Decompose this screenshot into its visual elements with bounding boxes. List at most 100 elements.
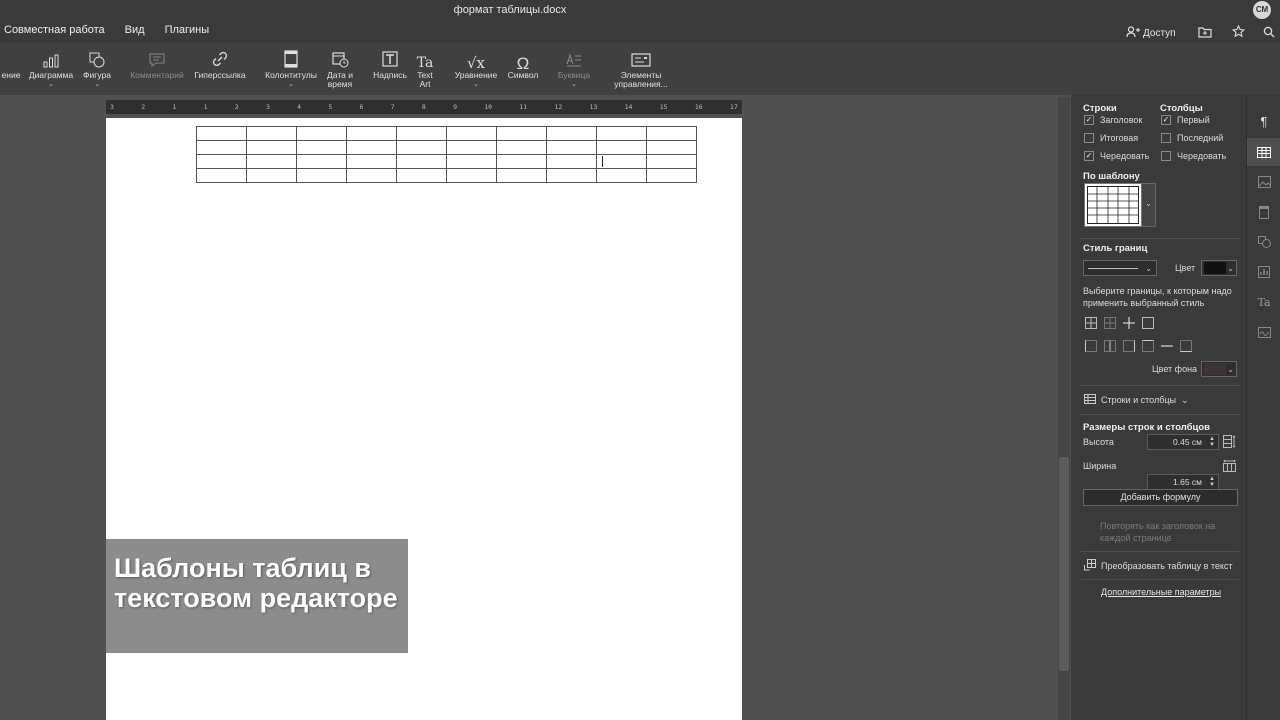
search-button[interactable] [1263, 26, 1275, 41]
table-cell[interactable] [646, 140, 697, 155]
distribute-columns-icon[interactable] [1223, 459, 1236, 474]
date-time-button[interactable]: Дата и время [322, 50, 358, 89]
shape-button[interactable]: Фигура ⌄ [80, 50, 114, 89]
border-color-picker[interactable]: ⌄ [1201, 260, 1237, 276]
user-avatar[interactable]: СМ [1253, 1, 1271, 19]
table-cell[interactable] [496, 140, 547, 155]
menu-collaboration[interactable]: Совместная работа [4, 24, 105, 36]
open-location-button[interactable] [1197, 26, 1212, 41]
table-cell[interactable] [546, 126, 597, 141]
table-cell[interactable] [596, 140, 647, 155]
table-cell[interactable] [246, 168, 297, 183]
outer-border-icon[interactable] [1142, 317, 1154, 329]
advanced-settings-link[interactable]: Дополнительные параметры [1101, 587, 1221, 597]
access-button[interactable]: Доступ [1126, 25, 1176, 41]
text-art-settings-icon[interactable]: Ta [1247, 288, 1280, 316]
last-column-checkbox[interactable]: Последний [1161, 133, 1223, 143]
repeat-header-checkbox[interactable]: Повторять как заголовок на каждой страни… [1084, 520, 1230, 544]
table-cell[interactable] [396, 126, 447, 141]
stepper-arrows-icon[interactable]: ▲ ▼ [1209, 476, 1215, 488]
vertical-scrollbar[interactable] [1058, 97, 1070, 720]
table-cell[interactable] [496, 154, 547, 169]
rows-columns-menu[interactable]: Строки и столбцы ⌄ [1084, 394, 1189, 406]
first-column-checkbox[interactable]: ✓ Первый [1161, 115, 1210, 125]
table-cell[interactable] [596, 168, 647, 183]
table-cell[interactable] [446, 140, 497, 155]
table-cell[interactable] [496, 168, 547, 183]
header-footer-button[interactable]: Колонтитулы ⌄ [262, 50, 320, 89]
table-cell[interactable] [246, 140, 297, 155]
border-style-select[interactable]: ⌄ [1083, 260, 1157, 276]
table-cell[interactable] [296, 126, 347, 141]
table-cell[interactable] [246, 126, 297, 141]
document-table[interactable] [196, 126, 697, 183]
table-cell[interactable] [346, 126, 397, 141]
comment-button[interactable]: Комментарий [128, 50, 186, 80]
template-picker[interactable]: ⌄ [1084, 183, 1156, 227]
table-cell[interactable] [346, 168, 397, 183]
table-cell[interactable] [546, 140, 597, 155]
table-cell[interactable] [296, 140, 347, 155]
table-cell[interactable] [596, 126, 647, 141]
left-border-icon[interactable] [1085, 340, 1097, 352]
add-formula-button[interactable]: Добавить формулу [1083, 489, 1238, 506]
total-row-checkbox[interactable]: Итоговая [1084, 133, 1138, 143]
table-cell[interactable] [646, 168, 697, 183]
table-cell[interactable] [246, 154, 297, 169]
table-cell[interactable] [646, 126, 697, 141]
text-art-button[interactable]: Ta Text Art [412, 50, 438, 89]
image-button[interactable]: ение [0, 50, 22, 80]
width-stepper[interactable]: 1.65 см ▲ ▼ [1147, 474, 1219, 490]
top-border-icon[interactable] [1142, 340, 1154, 352]
controls-button[interactable]: Элементы управления... [606, 50, 676, 89]
table-cell[interactable] [546, 154, 597, 169]
background-color-picker[interactable]: ⌄ [1201, 361, 1237, 377]
header-footer-settings-icon[interactable] [1247, 198, 1280, 226]
paragraph-settings-icon[interactable]: ¶ [1247, 107, 1280, 135]
table-cell[interactable] [296, 154, 347, 169]
table-cell[interactable] [196, 140, 247, 155]
banded-columns-checkbox[interactable]: Чередовать [1161, 151, 1226, 161]
table-cell[interactable] [296, 168, 347, 183]
inner-borders-icon[interactable] [1104, 317, 1116, 329]
table-cell[interactable] [396, 140, 447, 155]
menu-view[interactable]: Вид [125, 24, 145, 36]
right-border-icon[interactable] [1123, 340, 1135, 352]
bottom-border-icon[interactable] [1180, 340, 1192, 352]
shape-settings-icon[interactable] [1247, 228, 1280, 256]
inside-borders-icon[interactable] [1123, 317, 1135, 329]
table-template-preview[interactable] [1084, 183, 1142, 227]
height-stepper[interactable]: 0.45 см ▲ ▼ [1147, 434, 1219, 450]
scrollbar-thumb[interactable] [1059, 457, 1069, 671]
all-borders-icon[interactable] [1085, 317, 1097, 329]
table-cell[interactable] [196, 168, 247, 183]
table-cell[interactable] [446, 168, 497, 183]
hyperlink-button[interactable]: Гиперссылка [192, 50, 248, 80]
table-cell[interactable] [646, 154, 697, 169]
center-vertical-border-icon[interactable] [1104, 340, 1116, 352]
table-cell[interactable] [546, 168, 597, 183]
center-horizontal-border-icon[interactable] [1161, 340, 1173, 352]
image-settings-icon[interactable] [1247, 168, 1280, 196]
table-cell[interactable] [446, 126, 497, 141]
text-box-button[interactable]: Надпись [370, 50, 410, 80]
header-row-checkbox[interactable]: ✓ Заголовок [1084, 115, 1142, 125]
table-cell[interactable] [596, 154, 647, 169]
symbol-button[interactable]: Ω Символ [504, 50, 542, 80]
chart-settings-icon[interactable] [1247, 258, 1280, 286]
table-settings-icon[interactable] [1247, 138, 1280, 166]
table-cell[interactable] [446, 154, 497, 169]
table-cell[interactable] [346, 154, 397, 169]
signature-settings-icon[interactable] [1247, 318, 1280, 346]
table-cell[interactable] [496, 126, 547, 141]
table-cell[interactable] [396, 154, 447, 169]
chevron-down-icon[interactable]: ⌄ [1142, 183, 1156, 227]
menu-plugins[interactable]: Плагины [165, 24, 210, 36]
drop-cap-button[interactable]: Буквица ⌄ [554, 50, 594, 89]
chart-button[interactable]: Диаграмма ⌄ [26, 50, 76, 89]
stepper-arrows-icon[interactable]: ▲ ▼ [1209, 436, 1215, 448]
distribute-rows-icon[interactable] [1223, 435, 1236, 450]
table-cell[interactable] [196, 126, 247, 141]
equation-button[interactable]: √x Уравнение ⌄ [452, 50, 500, 89]
table-cell[interactable] [196, 154, 247, 169]
